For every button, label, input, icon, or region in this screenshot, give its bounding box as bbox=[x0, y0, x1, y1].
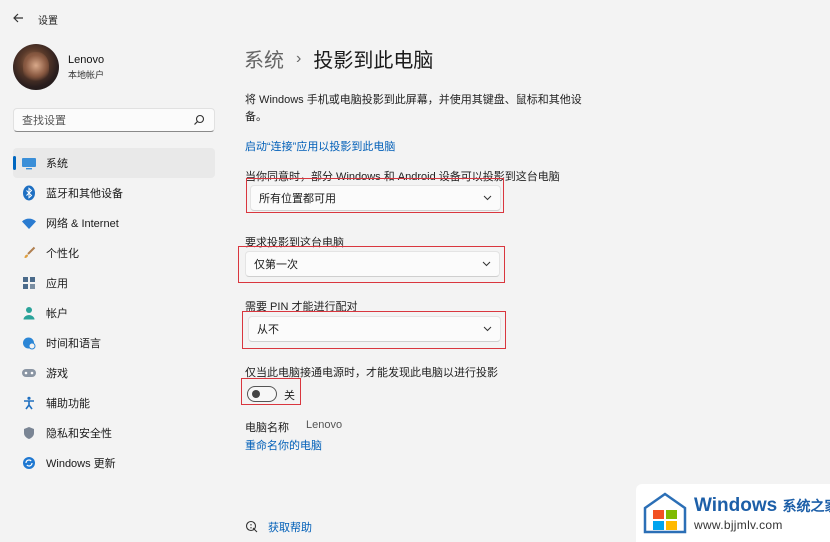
sidebar-item-windows-update[interactable]: Windows 更新 bbox=[13, 448, 215, 478]
sidebar-item-label: 隐私和安全性 bbox=[46, 428, 112, 440]
sidebar-item-gaming[interactable]: 游戏 bbox=[13, 358, 215, 388]
avatar bbox=[13, 44, 59, 90]
sidebar-item-label: 系统 bbox=[46, 158, 68, 170]
sidebar-item-label: 个性化 bbox=[46, 248, 79, 260]
page-title: 投影到此电脑 bbox=[313, 50, 434, 72]
rename-pc-link[interactable]: 重命名你的电脑 bbox=[245, 437, 322, 453]
breadcrumb-parent[interactable]: 系统 bbox=[244, 44, 284, 73]
profile-name: Lenovo bbox=[68, 53, 105, 66]
page-description: 将 Windows 手机或电脑投影到此屏幕，并使用其键盘、鼠标和其他设备。 bbox=[245, 94, 582, 123]
sidebar-item-label: 时间和语言 bbox=[46, 338, 101, 350]
sidebar-item-label: Windows 更新 bbox=[46, 458, 116, 470]
watermark-title-cn: 系统之家 bbox=[782, 497, 830, 514]
require-pin-value: 从不 bbox=[257, 324, 279, 336]
search-input[interactable]: 查找设置 bbox=[13, 108, 215, 132]
toggle-knob bbox=[252, 390, 260, 398]
sidebar-item-personalization[interactable]: 个性化 bbox=[13, 238, 215, 268]
app-title: 设置 bbox=[38, 16, 58, 27]
watermark-title: Windows 系统之家 bbox=[694, 495, 830, 517]
require-pin-dropdown[interactable]: 从不 bbox=[248, 316, 501, 342]
sidebar-item-accounts[interactable]: 帐户 bbox=[13, 298, 215, 328]
power-only-toggle[interactable] bbox=[247, 386, 277, 402]
sidebar-item-label: 蓝牙和其他设备 bbox=[46, 188, 123, 200]
user-profile[interactable]: Lenovo 本地帐户 bbox=[13, 44, 104, 90]
update-icon bbox=[21, 455, 37, 471]
bluetooth-icon bbox=[21, 185, 37, 201]
sidebar-item-apps[interactable]: 应用 bbox=[13, 268, 215, 298]
sidebar-item-system[interactable]: 系统 bbox=[13, 148, 215, 178]
sidebar-nav: 系统 蓝牙和其他设备 网络 & Internet 个性化 应用 帐户 时间和语言… bbox=[13, 148, 215, 478]
wifi-icon bbox=[21, 215, 37, 231]
search-icon[interactable] bbox=[192, 113, 206, 127]
sidebar-item-label: 帐户 bbox=[46, 308, 68, 320]
get-help-link[interactable]: 获取帮助 bbox=[268, 519, 312, 535]
profile-account-type: 本地帐户 bbox=[68, 69, 105, 80]
arrow-left-icon bbox=[13, 13, 23, 23]
chevron-down-icon bbox=[482, 324, 492, 334]
apps-icon bbox=[21, 275, 37, 291]
breadcrumb: 系统 › 投影到此电脑 bbox=[244, 44, 433, 73]
watermark-title-en: Windows bbox=[694, 494, 778, 516]
watermark-url: www.bjjmlv.com bbox=[694, 517, 783, 532]
sidebar-item-label: 网络 & Internet bbox=[46, 218, 119, 230]
availability-value: 所有位置都可用 bbox=[259, 193, 336, 205]
sidebar-item-label: 应用 bbox=[46, 278, 68, 290]
power-only-state: 关 bbox=[284, 390, 295, 402]
person-icon bbox=[21, 305, 37, 321]
sidebar-item-network[interactable]: 网络 & Internet bbox=[13, 208, 215, 238]
search-placeholder: 查找设置 bbox=[22, 115, 66, 127]
gamepad-icon bbox=[21, 365, 37, 381]
accessibility-icon bbox=[21, 395, 37, 411]
breadcrumb-separator: › bbox=[296, 49, 302, 67]
windows-logo-icon bbox=[642, 490, 688, 536]
brush-icon bbox=[21, 245, 37, 261]
availability-dropdown[interactable]: 所有位置都可用 bbox=[250, 185, 501, 211]
monitor-icon bbox=[21, 155, 37, 171]
ask-to-project-dropdown[interactable]: 仅第一次 bbox=[245, 251, 500, 277]
launch-connect-app-link[interactable]: 启动“连接”应用以投影到此电脑 bbox=[245, 138, 395, 154]
get-help[interactable]: 获取帮助 bbox=[244, 519, 312, 535]
help-icon bbox=[244, 519, 260, 535]
sidebar-item-label: 游戏 bbox=[46, 368, 68, 380]
chevron-down-icon bbox=[481, 259, 491, 269]
ask-to-project-value: 仅第一次 bbox=[254, 259, 298, 271]
pc-name-value: Lenovo bbox=[306, 419, 343, 431]
sidebar-item-label: 辅助功能 bbox=[46, 398, 90, 410]
back-button[interactable] bbox=[8, 8, 28, 28]
globe-clock-icon bbox=[21, 335, 37, 351]
sidebar-item-privacy[interactable]: 隐私和安全性 bbox=[13, 418, 215, 448]
shield-icon bbox=[21, 425, 37, 441]
sidebar-item-bluetooth[interactable]: 蓝牙和其他设备 bbox=[13, 178, 215, 208]
watermark: Windows 系统之家 www.bjjmlv.com bbox=[636, 484, 830, 542]
pc-name-label: 电脑名称 bbox=[245, 422, 289, 434]
title-bar: 设置 bbox=[0, 0, 830, 36]
chevron-down-icon bbox=[482, 193, 492, 203]
sidebar-item-time-language[interactable]: 时间和语言 bbox=[13, 328, 215, 358]
sidebar-item-accessibility[interactable]: 辅助功能 bbox=[13, 388, 215, 418]
